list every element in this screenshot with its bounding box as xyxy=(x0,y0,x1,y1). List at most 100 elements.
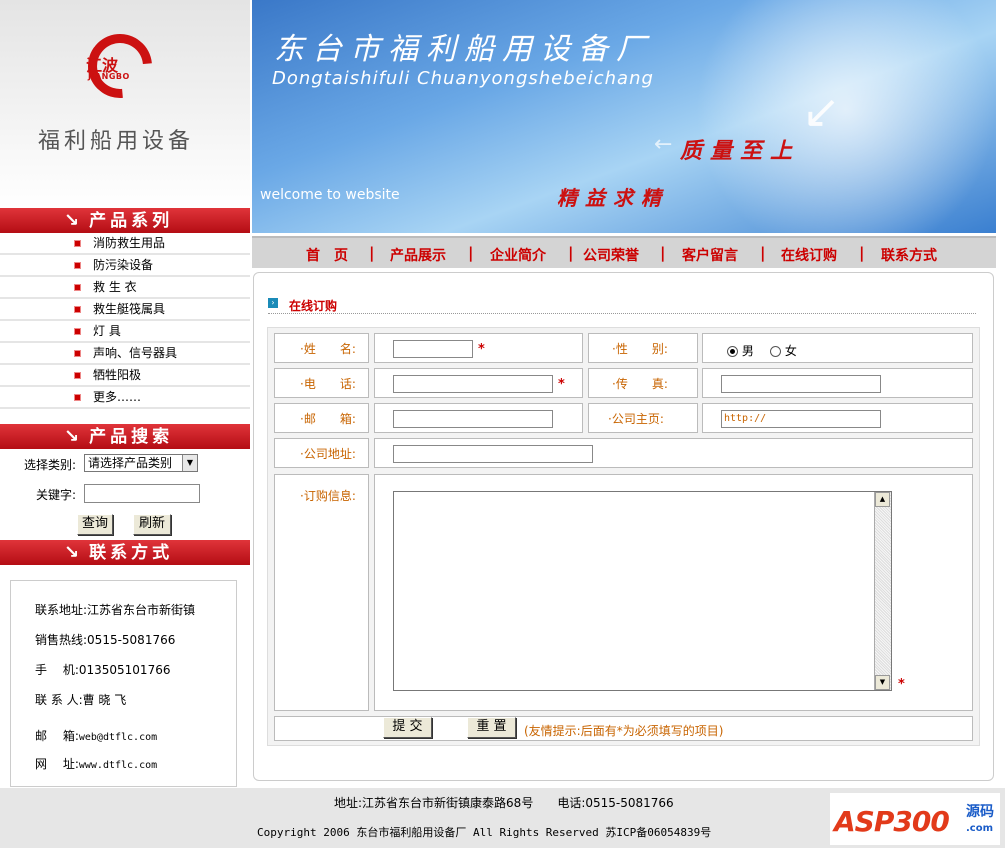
asp300-watermark: ASP300 源码 .com xyxy=(830,793,1000,845)
chevron-right-icon: › xyxy=(268,298,278,308)
name-label: ·姓 名: xyxy=(300,342,356,356)
product-item-0[interactable]: 消防救生用品 xyxy=(0,233,250,255)
nav-products[interactable]: 产品展示 xyxy=(390,245,446,265)
main-nav: 首 页 | 产品展示 | 企业简介 | 公司荣誉 | 客户留言 | 在线订购 |… xyxy=(252,236,996,268)
category-select-value: 请选择产品类别 xyxy=(88,456,173,470)
radio-checked-icon[interactable] xyxy=(727,346,738,357)
product-item-2[interactable]: 救 生 衣 xyxy=(0,277,250,299)
order-info-label: ·订购信息: xyxy=(300,489,356,503)
banner-subtitle: Dongtaishifuli Chuanyongshebeichang xyxy=(272,68,654,89)
name-input[interactable] xyxy=(393,340,473,358)
search-header-label: 产品搜索 xyxy=(89,427,174,447)
nav-about[interactable]: 企业简介 xyxy=(490,245,546,265)
nav-separator: | xyxy=(568,244,574,262)
contact-site-row: 网 址:www.dtflc.com xyxy=(35,755,157,772)
nav-separator: | xyxy=(760,244,766,262)
fax-label: ·传 真: xyxy=(612,377,668,391)
arrow-down-left-icon: ↙ xyxy=(802,84,841,138)
bullet-icon xyxy=(74,306,81,313)
dotted-divider xyxy=(268,313,976,314)
category-label: 选择类别: xyxy=(24,458,77,472)
bullet-icon xyxy=(74,372,81,379)
chevron-down-icon[interactable]: ▼ xyxy=(182,455,197,471)
address-label: ·公司地址: xyxy=(300,447,356,461)
phone-input[interactable] xyxy=(393,375,553,393)
product-item-label: 防污染设备 xyxy=(93,258,154,272)
textarea-scrollbar[interactable]: ▲ ▼ xyxy=(874,492,891,690)
homepage-input[interactable]: http:// xyxy=(721,410,881,428)
bullet-icon xyxy=(74,262,81,269)
watermark-sub: 源码 xyxy=(966,804,994,820)
bullet-icon xyxy=(74,328,81,335)
contact-site[interactable]: www.dtflc.com xyxy=(79,760,157,771)
radio-unchecked-icon[interactable] xyxy=(770,346,781,357)
gender-male-label: 男 xyxy=(741,344,754,358)
product-item-label: 消防救生用品 xyxy=(93,236,166,250)
footer-address: 地址:江苏省东台市新街镇康泰路68号 电话:0515-5081766 xyxy=(334,796,674,810)
query-button[interactable]: 查询 xyxy=(77,514,113,535)
form-tip: (友情提示:后面有*为必须填写的项目) xyxy=(524,724,724,738)
product-item-1[interactable]: 防污染设备 xyxy=(0,255,250,277)
product-item-4[interactable]: 灯 具 xyxy=(0,321,250,343)
watermark-com: .com xyxy=(966,823,994,834)
product-item-label: 灯 具 xyxy=(93,324,121,338)
nav-contact[interactable]: 联系方式 xyxy=(881,245,937,265)
products-header-label: 产品系列 xyxy=(89,211,174,231)
gender-female-option[interactable]: 女 xyxy=(770,342,797,359)
logo-en: JIANGBO xyxy=(88,72,130,81)
gender-male-option[interactable]: 男 xyxy=(727,342,754,359)
contact-header: ↘ 联系方式 xyxy=(0,540,250,565)
product-item-label: 声响、信号器具 xyxy=(93,346,178,360)
banner-welcome: welcome to website xyxy=(260,187,400,203)
submit-button[interactable]: 提 交 xyxy=(383,717,432,738)
gender-label: ·性 别: xyxy=(612,342,668,356)
product-item-6[interactable]: 牺牲阳极 xyxy=(0,365,250,387)
refresh-button[interactable]: 刷新 xyxy=(133,514,171,535)
bullet-icon xyxy=(74,350,81,357)
order-info-label-cell xyxy=(274,474,369,711)
product-item-5[interactable]: 声响、信号器具 xyxy=(0,343,250,365)
email-input[interactable] xyxy=(393,410,553,428)
keyword-input[interactable] xyxy=(84,484,200,503)
contact-mobile: 手 机:013505101766 xyxy=(35,663,171,677)
order-info-textarea[interactable]: ▲ ▼ xyxy=(393,491,892,691)
category-select[interactable]: 请选择产品类别 ▼ xyxy=(84,454,198,472)
banner-title: 东台市福利船用设备厂 xyxy=(274,32,654,67)
keyword-label: 关键字: xyxy=(36,488,77,502)
nav-order[interactable]: 在线订购 xyxy=(781,245,837,265)
required-mark: * xyxy=(478,342,485,357)
banner-slogan-excellence: 精益求精 xyxy=(557,186,669,210)
contact-box: 联系地址:江苏省东台市新街镇 销售热线:0515-5081766 手 机:013… xyxy=(10,580,237,787)
nav-separator: | xyxy=(468,244,474,262)
product-item-label: 更多…… xyxy=(93,390,142,404)
contact-email[interactable]: web@dtflc.com xyxy=(79,732,157,743)
nav-separator: | xyxy=(369,244,375,262)
required-mark: * xyxy=(898,677,905,692)
arrow-down-right-icon: ↘ xyxy=(64,426,84,447)
fax-input[interactable] xyxy=(721,375,881,393)
nav-honors[interactable]: 公司荣誉 xyxy=(583,245,639,265)
contact-address: 联系地址:江苏省东台市新街镇 xyxy=(35,603,196,617)
contact-person: 联 系 人:曹 晓 飞 xyxy=(35,693,127,707)
required-mark: * xyxy=(558,377,565,392)
bullet-icon xyxy=(74,240,81,247)
product-item-3[interactable]: 救生艇筏属具 xyxy=(0,299,250,321)
nav-home[interactable]: 首 页 xyxy=(306,245,348,265)
footer-copyright: Copyright 2006 东台市福利船用设备厂 All Rights Res… xyxy=(257,826,712,839)
product-item-more[interactable]: 更多…… xyxy=(0,387,250,409)
watermark-text: ASP300 xyxy=(834,805,950,838)
address-input[interactable] xyxy=(393,445,593,463)
gender-female-label: 女 xyxy=(784,344,797,358)
scroll-down-icon[interactable]: ▼ xyxy=(875,675,890,690)
contact-email-label: 邮 箱: xyxy=(35,729,79,743)
contact-header-label: 联系方式 xyxy=(89,543,174,563)
search-header: ↘ 产品搜索 xyxy=(0,424,250,449)
email-label: ·邮 箱: xyxy=(300,412,356,426)
logo-area xyxy=(0,0,250,208)
products-header: ↘ 产品系列 xyxy=(0,208,250,233)
nav-separator: | xyxy=(859,244,865,262)
nav-guestbook[interactable]: 客户留言 xyxy=(682,245,738,265)
arrow-left-icon: ← xyxy=(654,132,673,157)
scroll-up-icon[interactable]: ▲ xyxy=(875,492,890,507)
reset-button[interactable]: 重 置 xyxy=(467,717,516,738)
